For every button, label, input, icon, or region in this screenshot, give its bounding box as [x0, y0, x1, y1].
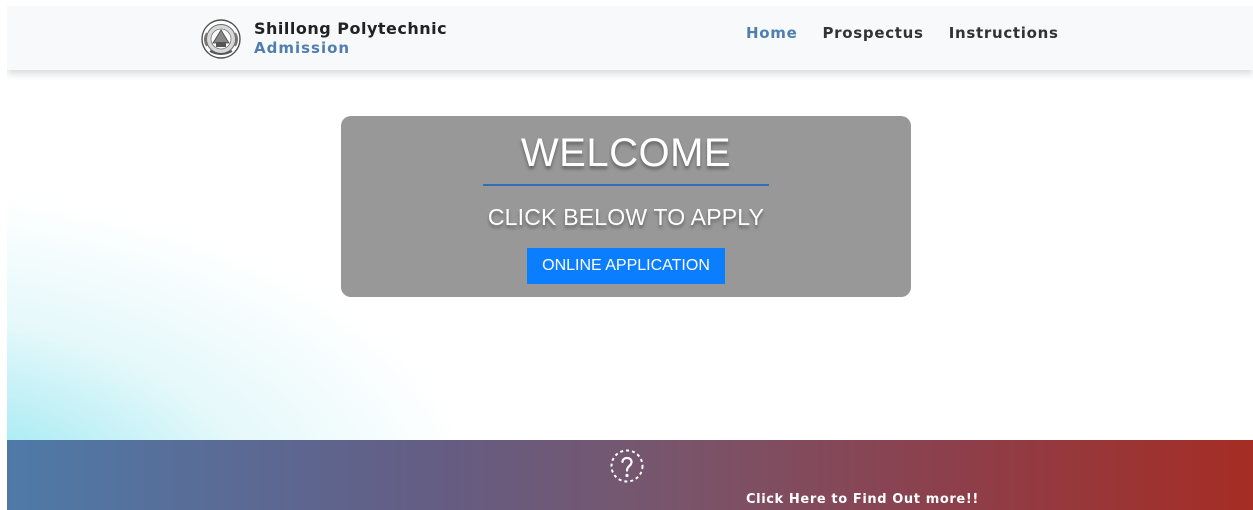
- question-mark-icon: [610, 449, 644, 483]
- brand-home-link[interactable]: Shillong Polytechnic Admission: [200, 15, 447, 63]
- find-out-more-banner[interactable]: Click Here to Find Out more!!: [7, 440, 1253, 510]
- college-seal-logo: [201, 19, 241, 59]
- online-application-button[interactable]: ONLINE APPLICATION: [527, 248, 725, 284]
- apply-instruction: CLICK BELOW TO APPLY: [487, 204, 765, 230]
- find-out-more-link[interactable]: Click Here to Find Out more!!: [746, 492, 979, 507]
- main-navigation: Home Prospectus Instructions: [746, 24, 1059, 42]
- welcome-divider: [483, 184, 769, 186]
- welcome-title: WELCOME: [520, 131, 732, 175]
- brand-text: Shillong Polytechnic Admission: [254, 19, 448, 58]
- admission-home-page: Shillong Polytechnic Admission Home Pros…: [7, 6, 1253, 510]
- top-navbar: Shillong Polytechnic Admission Home Pros…: [7, 6, 1253, 70]
- welcome-panel: WELCOME CLICK BELOW TO APPLY ONLINE APPL…: [341, 116, 911, 297]
- nav-prospectus-link[interactable]: Prospectus: [822, 24, 923, 42]
- nav-instructions-link[interactable]: Instructions: [949, 24, 1059, 42]
- brand-title: Shillong Polytechnic: [254, 19, 448, 39]
- nav-home-link[interactable]: Home: [746, 24, 797, 42]
- brand-subtitle: Admission: [254, 39, 351, 58]
